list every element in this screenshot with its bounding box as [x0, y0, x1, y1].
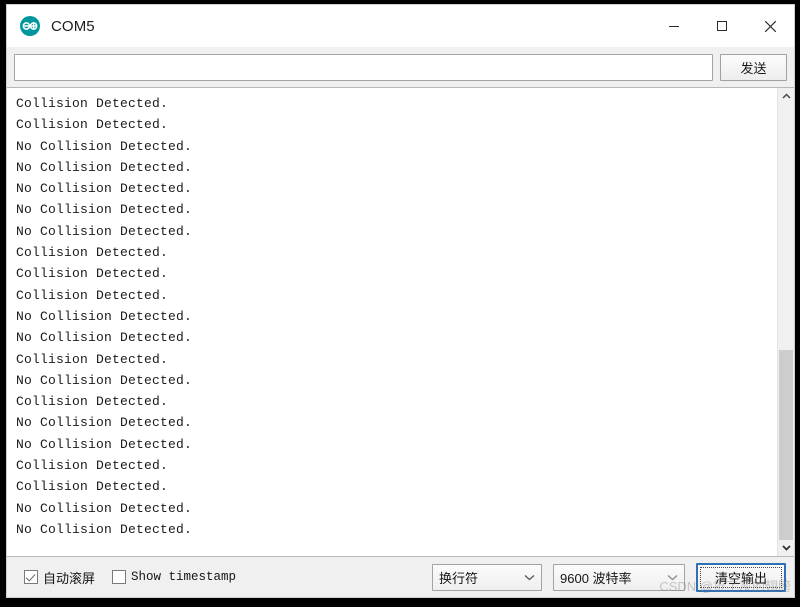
- chevron-down-icon: [667, 574, 678, 581]
- console-area: Collision Detected. Collision Detected. No…: [7, 87, 794, 557]
- send-button-label: 发送: [740, 60, 767, 76]
- log-line: Collision Detected.: [16, 266, 169, 282]
- scrollbar-track-up[interactable]: [778, 105, 794, 350]
- log-line: No Collision Detected.: [16, 372, 193, 388]
- autoscroll-checkbox-group[interactable]: 自动滚屏: [24, 568, 95, 587]
- chevron-down-icon[interactable]: [778, 539, 794, 556]
- autoscroll-label: 自动滚屏: [43, 570, 96, 586]
- log-line: Collision Detected.: [16, 245, 169, 261]
- line-ending-dropdown[interactable]: 换行符: [432, 563, 542, 591]
- status-bar: 自动滚屏 Show timestamp 换行符 9600 波特率 清空输出 CS…: [7, 557, 794, 597]
- serial-output-log[interactable]: Collision Detected. Collision Detected. No…: [7, 88, 777, 556]
- scrollbar-thumb[interactable]: [779, 350, 793, 540]
- line-ending-value: 换行符: [439, 570, 479, 586]
- log-line: No Collision Detected.: [16, 202, 193, 218]
- send-row: 发送: [7, 47, 794, 87]
- send-button[interactable]: 发送: [720, 53, 787, 81]
- autoscroll-checkbox[interactable]: [24, 570, 38, 584]
- serial-send-input[interactable]: [14, 53, 713, 81]
- log-line: No Collision Detected.: [16, 415, 193, 431]
- show-timestamp-checkbox-group[interactable]: Show timestamp: [112, 570, 236, 584]
- serial-monitor-window: COM5 发送 Collision Detected. Collision De…: [6, 4, 795, 598]
- close-icon[interactable]: [746, 5, 794, 47]
- window-title: COM5: [51, 17, 95, 35]
- title-bar: COM5: [7, 5, 794, 47]
- baud-rate-dropdown[interactable]: 9600 波特率: [553, 563, 685, 591]
- log-line: No Collision Detected.: [16, 330, 193, 346]
- log-line: No Collision Detected.: [16, 436, 193, 452]
- log-line: Collision Detected.: [16, 117, 169, 133]
- baud-rate-value: 9600 波特率: [560, 570, 632, 586]
- log-line: No Collision Detected.: [16, 521, 193, 537]
- log-line: Collision Detected.: [16, 96, 169, 111]
- show-timestamp-label: Show timestamp: [131, 570, 237, 584]
- minimize-icon[interactable]: [650, 5, 698, 47]
- chevron-down-icon: [524, 574, 535, 581]
- clear-output-button[interactable]: 清空输出: [696, 562, 786, 592]
- log-line: No Collision Detected.: [16, 159, 193, 175]
- window-controls: [650, 5, 794, 47]
- log-line: Collision Detected.: [16, 394, 169, 410]
- log-line: No Collision Detected.: [16, 138, 193, 154]
- log-line: Collision Detected.: [16, 351, 169, 367]
- log-line: Collision Detected.: [16, 287, 169, 303]
- arduino-logo-icon: [19, 15, 41, 37]
- log-line: No Collision Detected.: [16, 181, 193, 197]
- log-line: No Collision Detected.: [16, 223, 193, 239]
- console-scrollbar[interactable]: [777, 88, 794, 556]
- log-line: Collision Detected.: [16, 458, 169, 474]
- show-timestamp-checkbox[interactable]: [112, 570, 127, 584]
- clear-output-label: 清空输出: [714, 570, 767, 586]
- log-line: No Collision Detected.: [16, 500, 193, 516]
- log-line: No Collision Detected.: [16, 308, 193, 324]
- chevron-up-icon[interactable]: [778, 88, 794, 105]
- log-line: Collision Detected.: [16, 479, 169, 495]
- maximize-icon[interactable]: [698, 5, 746, 47]
